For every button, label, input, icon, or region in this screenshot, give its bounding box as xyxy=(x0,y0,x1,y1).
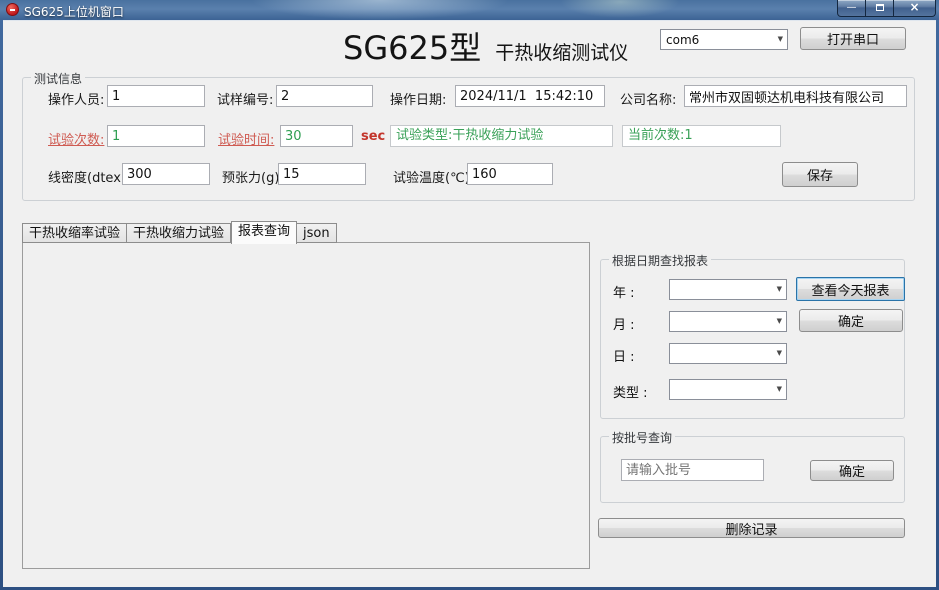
batch-no-input[interactable] xyxy=(621,459,764,481)
temperature-input[interactable] xyxy=(467,163,553,185)
tab-json[interactable]: json xyxy=(297,223,337,243)
operator-input[interactable] xyxy=(107,85,205,107)
temperature-label: 试验温度(℃): xyxy=(393,167,474,186)
client-area: SG625型 干热收缩测试仪 com6 ▼ 打开串口 测试信息 操作人员: 试样… xyxy=(3,20,936,587)
date-search-group-label: 根据日期查找报表 xyxy=(609,252,711,269)
title-bar: SG625上位机窗口 — × xyxy=(0,0,939,20)
test-type-box: 试验类型:干热收缩力试验 xyxy=(390,125,613,147)
window-title: SG625上位机窗口 xyxy=(24,3,124,20)
delete-records-button[interactable]: 删除记录 xyxy=(598,518,905,538)
chevron-down-icon: ▼ xyxy=(777,349,782,357)
save-button[interactable]: 保存 xyxy=(782,162,858,187)
company-input[interactable] xyxy=(684,85,907,107)
date-label: 操作日期: xyxy=(390,89,446,108)
com-port-select[interactable]: com6 ▼ xyxy=(660,29,788,50)
maximize-glyph xyxy=(876,4,884,11)
chevron-down-icon: ▼ xyxy=(777,285,782,293)
year-select[interactable]: ▼ xyxy=(669,279,787,300)
pretension-input[interactable] xyxy=(278,163,366,185)
close-icon[interactable]: × xyxy=(893,0,936,17)
view-today-report-button[interactable]: 查看今天报表 xyxy=(796,277,905,301)
chevron-down-icon: ▼ xyxy=(777,385,782,393)
model-name: SG625型 xyxy=(343,23,481,69)
tab-干热收缩率试验[interactable]: 干热收缩率试验 xyxy=(22,223,127,243)
company-label: 公司名称: xyxy=(620,89,676,108)
test-count-input[interactable] xyxy=(107,125,205,147)
test-time-label: 试验时间: xyxy=(218,129,274,148)
day-label: 日 : xyxy=(613,346,635,365)
date-input[interactable] xyxy=(455,85,605,107)
day-select[interactable]: ▼ xyxy=(669,343,787,364)
type-select[interactable]: ▼ xyxy=(669,379,787,400)
test-info-group-label: 测试信息 xyxy=(31,70,85,87)
sec-unit-label: sec xyxy=(361,129,385,144)
app-window: SG625上位机窗口 — × SG625型 干热收缩测试仪 com6 ▼ 打开串… xyxy=(0,0,939,590)
operator-label: 操作人员: xyxy=(48,89,104,108)
type-label: 类型 : xyxy=(613,382,648,401)
report-tab-page xyxy=(22,242,590,569)
month-select[interactable]: ▼ xyxy=(669,311,787,332)
date-confirm-button[interactable]: 确定 xyxy=(799,309,903,332)
chevron-down-icon: ▼ xyxy=(778,35,783,43)
window-controls: — × xyxy=(837,0,936,17)
year-label: 年 : xyxy=(613,282,635,301)
page-title: SG625型 干热收缩测试仪 xyxy=(343,23,628,69)
current-count-box: 当前次数:1 xyxy=(622,125,781,147)
open-serial-button[interactable]: 打开串口 xyxy=(800,27,906,50)
com-port-value: com6 xyxy=(666,33,699,47)
density-label: 线密度(dtex): xyxy=(48,167,130,186)
density-input[interactable] xyxy=(122,163,210,185)
tab-bar: 干热收缩率试验干热收缩力试验报表查询json xyxy=(22,221,337,244)
month-label: 月 : xyxy=(613,314,635,333)
sample-no-input[interactable] xyxy=(276,85,373,107)
pretension-label: 预张力(g): xyxy=(222,167,284,186)
test-count-label: 试验次数: xyxy=(48,129,104,148)
tab-干热收缩力试验[interactable]: 干热收缩力试验 xyxy=(127,223,231,243)
sample-no-label: 试样编号: xyxy=(217,89,273,108)
app-icon[interactable] xyxy=(6,3,19,16)
batch-search-group: 按批号查询 确定 xyxy=(600,436,905,503)
test-time-input[interactable] xyxy=(280,125,353,147)
chevron-down-icon: ▼ xyxy=(777,317,782,325)
batch-confirm-button[interactable]: 确定 xyxy=(810,460,894,481)
minimize-icon[interactable]: — xyxy=(837,0,866,17)
tab-报表查询[interactable]: 报表查询 xyxy=(231,221,297,244)
device-name: 干热收缩测试仪 xyxy=(495,38,628,65)
maximize-icon[interactable] xyxy=(866,0,893,17)
batch-search-group-label: 按批号查询 xyxy=(609,429,675,446)
date-search-group: 根据日期查找报表 年 : ▼ 月 : ▼ 日 : ▼ 类型 : ▼ 查看今天报表… xyxy=(600,259,905,419)
